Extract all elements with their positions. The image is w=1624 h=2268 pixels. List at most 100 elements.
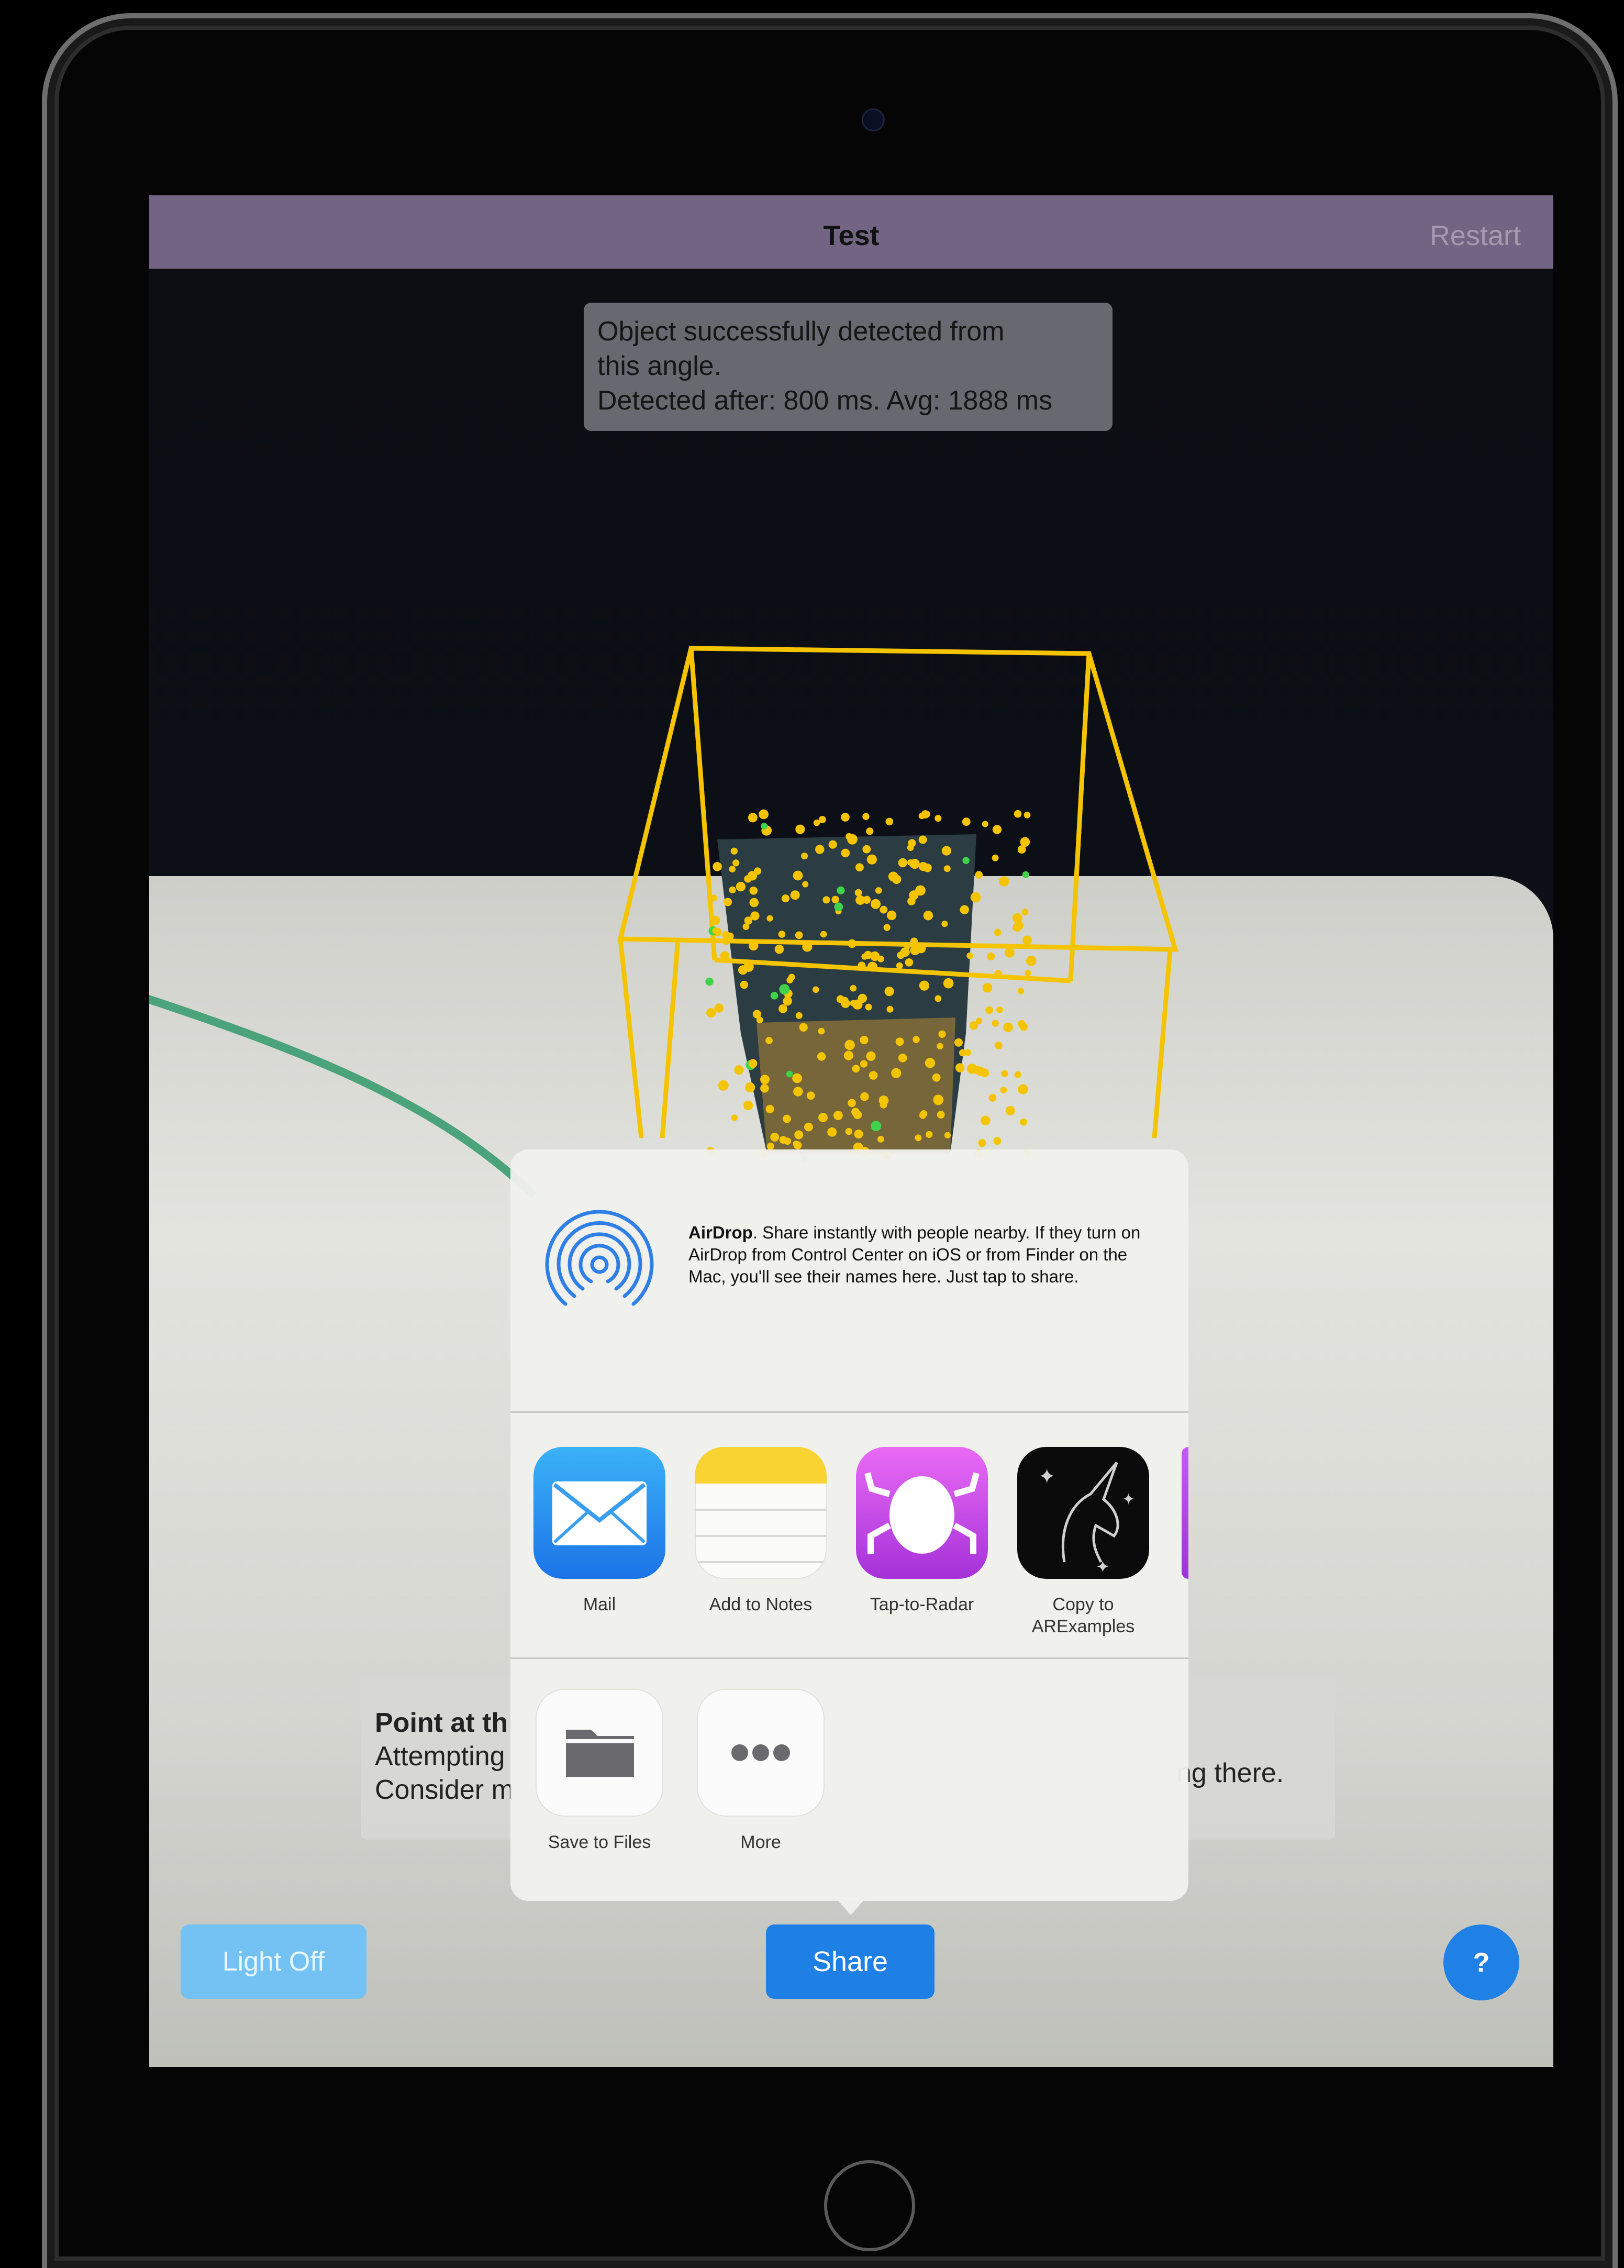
status-line: this angle. — [597, 351, 722, 381]
feature-point — [734, 1065, 744, 1075]
feature-point — [1021, 909, 1029, 915]
action-save-to-files[interactable]: Save to Files — [531, 1689, 668, 1853]
feature-point — [817, 1052, 826, 1061]
share-button[interactable]: Share — [766, 1924, 935, 1999]
feature-point — [854, 889, 862, 897]
feature-point — [858, 961, 866, 970]
feature-point — [935, 995, 942, 1002]
feature-point — [923, 911, 933, 921]
feature-point — [919, 980, 929, 991]
feature-point — [994, 928, 1002, 936]
airdrop-title: AirDrop — [688, 1223, 753, 1242]
feature-point — [833, 1111, 843, 1120]
feature-point — [813, 986, 819, 993]
feature-point — [841, 813, 850, 822]
feature-point — [848, 939, 857, 948]
svg-text:✦: ✦ — [1038, 1465, 1056, 1489]
feature-point — [994, 1042, 1003, 1049]
feature-point — [982, 821, 988, 827]
feature-point — [907, 859, 914, 866]
feature-point — [778, 931, 786, 938]
status-line: Object successfully detected from — [597, 316, 1005, 347]
feature-point — [851, 1108, 860, 1116]
feature-point — [865, 1003, 872, 1011]
feature-point — [937, 1111, 945, 1119]
feature-point — [793, 870, 803, 881]
sheet-divider — [510, 1411, 1188, 1413]
feature-point — [818, 816, 826, 824]
feature-point — [818, 1113, 828, 1122]
share-app-partial[interactable] — [1182, 1447, 1188, 1579]
feature-point — [994, 970, 1003, 978]
feature-point — [954, 1038, 963, 1047]
unicorn-icon: ✦ ✦ ✦ — [1017, 1447, 1149, 1579]
front-camera — [862, 108, 885, 131]
feature-point — [1026, 956, 1037, 966]
folder-icon — [536, 1689, 663, 1817]
feature-point — [913, 1036, 920, 1043]
airdrop-section[interactable]: AirDrop. Share instantly with people nea… — [510, 1149, 1188, 1411]
app-label-line: ARExamples — [1031, 1617, 1135, 1636]
feature-point — [1001, 1070, 1008, 1077]
feature-point — [1014, 1071, 1021, 1078]
feature-point — [705, 977, 714, 986]
feature-point — [759, 809, 769, 820]
feature-point — [960, 905, 969, 914]
feature-point — [748, 1059, 758, 1068]
feature-point — [802, 942, 813, 952]
feature-point — [731, 1114, 738, 1121]
feature-point — [1013, 922, 1022, 932]
feature-point — [1000, 1087, 1007, 1093]
share-app-notes[interactable]: Add to Notes — [693, 1447, 829, 1616]
feature-point — [966, 952, 973, 959]
restart-button[interactable]: Restart — [1430, 219, 1521, 252]
feature-point — [1014, 810, 1022, 818]
feature-point — [837, 886, 845, 894]
feature-point — [877, 1136, 884, 1143]
feature-point — [943, 978, 954, 989]
feature-point — [850, 984, 857, 992]
popover-arrow — [835, 1897, 866, 1915]
feature-point — [855, 863, 864, 872]
feature-point — [831, 895, 839, 904]
app-label: Tap-to-Radar — [870, 1595, 974, 1614]
feature-point — [866, 1051, 876, 1061]
feature-point — [1005, 948, 1015, 958]
airdrop-icon — [545, 1210, 654, 1317]
airdrop-description: AirDrop. Share instantly with people nea… — [688, 1222, 1154, 1288]
feature-point — [898, 1053, 907, 1063]
feature-point — [770, 992, 778, 1000]
share-app-mail[interactable]: Mail — [531, 1447, 668, 1616]
feature-point — [938, 1030, 946, 1038]
share-app-copy-to-arexamples[interactable]: ✦ ✦ ✦ Copy to ARExamples — [1015, 1447, 1151, 1638]
feature-point — [815, 845, 825, 854]
feature-point — [996, 1006, 1003, 1013]
feature-point — [706, 1008, 716, 1018]
feature-point — [778, 1004, 787, 1013]
help-button[interactable]: ? — [1443, 1924, 1519, 2000]
feature-point — [845, 1127, 853, 1135]
feature-point — [937, 1043, 943, 1050]
feature-point — [886, 1005, 894, 1013]
feature-point — [976, 1067, 985, 1076]
action-more[interactable]: More — [693, 1689, 829, 1853]
feature-point — [747, 871, 758, 881]
feature-point — [988, 1094, 997, 1102]
feature-point — [862, 813, 870, 820]
light-toggle-button[interactable]: Light Off — [181, 1924, 366, 1999]
share-sheet: AirDrop. Share instantly with people nea… — [510, 1149, 1188, 1915]
feature-point — [975, 871, 983, 879]
feature-point — [864, 950, 872, 959]
feature-point — [749, 887, 758, 895]
home-button[interactable] — [824, 2160, 915, 2251]
feature-point — [919, 1111, 927, 1119]
share-app-tap-to-radar[interactable]: Tap-to-Radar — [854, 1447, 990, 1616]
feature-point — [1019, 1022, 1028, 1031]
feature-point — [978, 1139, 986, 1147]
feature-point — [765, 1104, 774, 1113]
feature-point — [843, 1050, 853, 1060]
feature-point — [898, 858, 908, 868]
feature-point — [795, 931, 803, 939]
instruction-tail: ng there. — [1176, 1758, 1284, 1788]
feature-point — [871, 899, 881, 909]
